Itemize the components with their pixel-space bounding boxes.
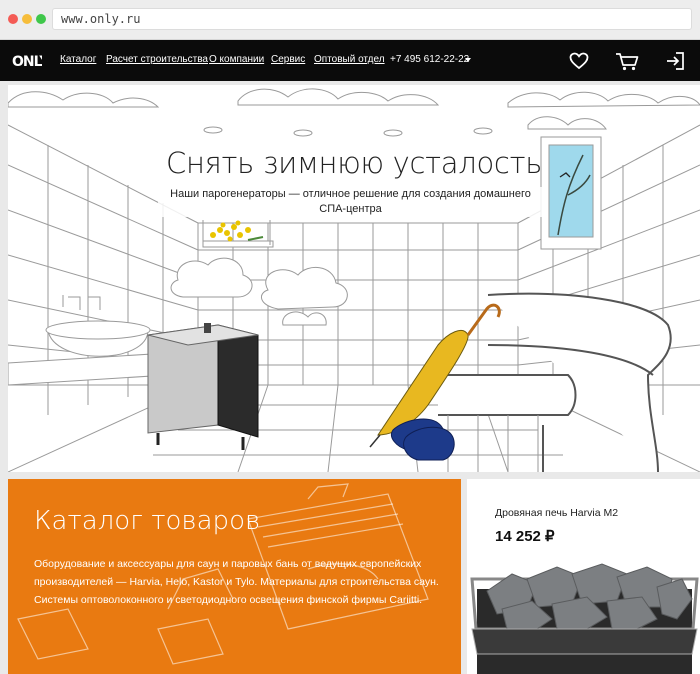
- phone-number[interactable]: +7 495 612-22-22: [390, 53, 469, 67]
- product-card[interactable]: Дровяная печь Harvia M2 14 252 ₽: [467, 479, 700, 674]
- hero-subtitle: Наши парогенераторы — отличное решение д…: [158, 187, 543, 217]
- maximize-window-button[interactable]: [36, 14, 46, 24]
- site-header: ONLY Каталог Расчет строительства О комп…: [0, 40, 700, 81]
- svg-text:ONLY: ONLY: [12, 54, 42, 70]
- nav-service[interactable]: Сервис: [271, 53, 305, 67]
- hero-title: Снять зимнюю усталость: [166, 146, 542, 180]
- minimize-window-button[interactable]: [22, 14, 32, 24]
- stove-image: [470, 563, 699, 674]
- catalog-promo[interactable]: Каталог товаров Оборудование и аксессуар…: [8, 479, 461, 674]
- hero-banner[interactable]: Снять зимнюю усталость Наши парогенерато…: [8, 85, 700, 472]
- catalog-title[interactable]: Каталог товаров: [34, 506, 260, 536]
- cart-icon[interactable]: [614, 50, 640, 72]
- chevron-down-icon[interactable]: [465, 58, 471, 62]
- site-logo[interactable]: ONLY: [12, 49, 51, 71]
- heart-icon[interactable]: [568, 50, 590, 72]
- nav-about[interactable]: О компании: [209, 53, 264, 67]
- catalog-description: Оборудование и аксессуары для саун и пар…: [34, 558, 439, 606]
- close-window-button[interactable]: [8, 14, 18, 24]
- nav-wholesale[interactable]: Оптовый отдел: [314, 53, 385, 67]
- nav-construction-calc[interactable]: Расчет строительства: [106, 53, 208, 67]
- login-icon[interactable]: [664, 50, 686, 72]
- nav-catalog[interactable]: Каталог: [60, 53, 96, 67]
- address-bar[interactable]: www.only.ru: [52, 8, 692, 30]
- sauna-illustration: [8, 88, 700, 472]
- logo-mark: ONLY: [12, 54, 51, 70]
- browser-toolbar: www.only.ru: [0, 0, 700, 40]
